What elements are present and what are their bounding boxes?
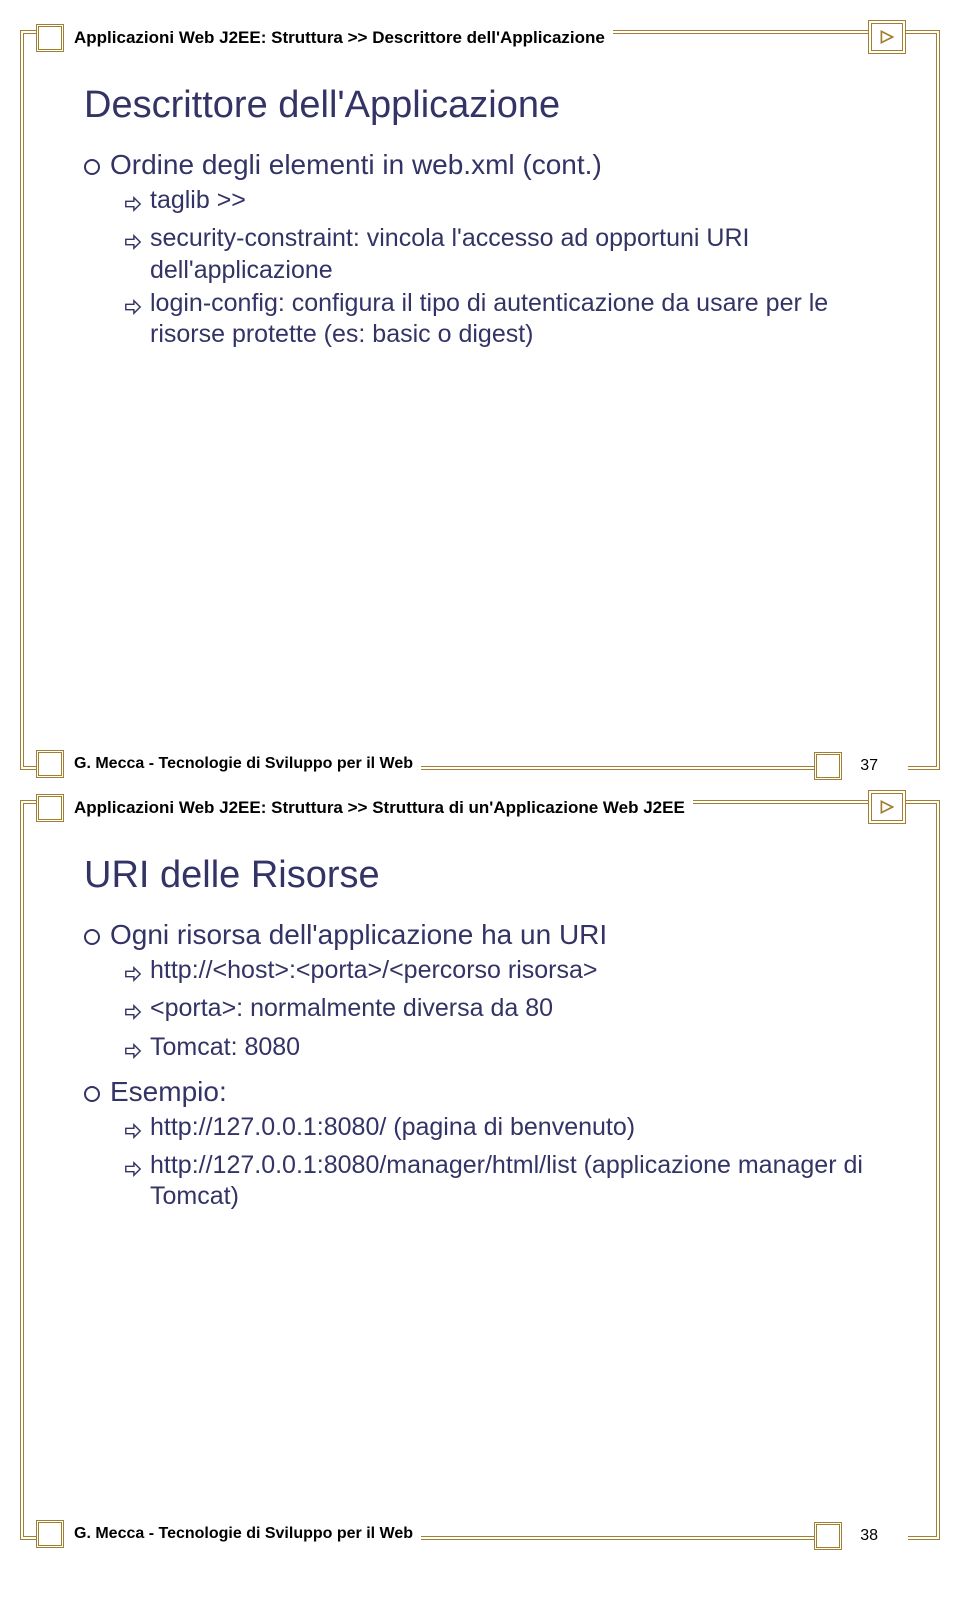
next-slide-button[interactable] (868, 790, 906, 824)
breadcrumb-text: Applicazioni Web J2EE: Struttura >> Stru… (58, 796, 693, 820)
footer-ornament (36, 750, 64, 778)
bullet-level2: http://127.0.0.1:8080/manager/html/list … (124, 1150, 896, 1213)
breadcrumb-text: Applicazioni Web J2EE: Struttura >> Desc… (58, 26, 613, 50)
play-icon (880, 800, 894, 814)
bullet-text: Ordine degli elementi in web.xml (cont.) (110, 149, 602, 181)
sub-bullet-text: http://127.0.0.1:8080/ (pagina di benven… (150, 1112, 635, 1143)
bullet-level1: Ogni risorsa dell'applicazione ha un URI (84, 919, 896, 951)
bullet-level1: Ordine degli elementi in web.xml (cont.) (84, 149, 896, 181)
bullet-level2: security-constraint: vincola l'accesso a… (124, 223, 896, 286)
breadcrumb: Applicazioni Web J2EE: Struttura >> Desc… (36, 24, 936, 52)
arrow-right-icon (124, 960, 142, 991)
page-ornament (814, 1522, 842, 1550)
bullet-level2: http://127.0.0.1:8080/ (pagina di benven… (124, 1112, 896, 1148)
footer-author: G. Mecca - Tecnologie di Sviluppo per il… (58, 1523, 421, 1545)
arrow-right-icon (124, 1037, 142, 1068)
page-number: 37 (836, 755, 908, 777)
breadcrumb-ornament (36, 794, 64, 822)
sub-bullet-text: <porta>: normalmente diversa da 80 (150, 993, 553, 1024)
arrow-right-icon (124, 190, 142, 221)
slide-title: URI delle Risorse (84, 854, 936, 897)
bullet-level2: http://<host>:<porta>/<percorso risorsa> (124, 955, 896, 991)
slide-38: Applicazioni Web J2EE: Struttura >> Stru… (20, 800, 940, 1540)
bullet-text: Esempio: (110, 1076, 227, 1108)
breadcrumb-ornament (36, 24, 64, 52)
arrow-right-icon (124, 1155, 142, 1186)
sub-bullet-text: security-constraint: vincola l'accesso a… (150, 223, 896, 286)
breadcrumb: Applicazioni Web J2EE: Struttura >> Stru… (36, 794, 936, 822)
sub-bullet-text: http://127.0.0.1:8080/manager/html/list … (150, 1150, 896, 1213)
sub-bullet-text: Tomcat: 8080 (150, 1032, 300, 1063)
slide-content: Ordine degli elementi in web.xml (cont.)… (84, 149, 896, 350)
arrow-right-icon (124, 228, 142, 259)
page-ornament (814, 752, 842, 780)
circle-bullet-icon (84, 159, 100, 175)
bullet-text: Ogni risorsa dell'applicazione ha un URI (110, 919, 607, 951)
slide-37: Applicazioni Web J2EE: Struttura >> Desc… (20, 30, 940, 770)
sub-bullet-text: taglib >> (150, 185, 246, 216)
footer-ornament (36, 1520, 64, 1548)
slide-footer: G. Mecca - Tecnologie di Sviluppo per il… (24, 1520, 936, 1548)
arrow-right-icon (124, 998, 142, 1029)
circle-bullet-icon (84, 1086, 100, 1102)
sub-bullet-text: http://<host>:<porta>/<percorso risorsa> (150, 955, 598, 986)
bullet-level2: taglib >> (124, 185, 896, 221)
bullet-level2: <porta>: normalmente diversa da 80 (124, 993, 896, 1029)
bullet-level2: login-config: configura il tipo di auten… (124, 288, 896, 351)
slide-footer: G. Mecca - Tecnologie di Sviluppo per il… (24, 750, 936, 778)
page-number: 38 (836, 1525, 908, 1547)
slide-title: Descrittore dell'Applicazione (84, 84, 936, 127)
slide-content: Ogni risorsa dell'applicazione ha un URI… (84, 919, 896, 1213)
footer-author: G. Mecca - Tecnologie di Sviluppo per il… (58, 753, 421, 775)
bullet-level2: Tomcat: 8080 (124, 1032, 896, 1068)
play-icon (880, 30, 894, 44)
bullet-level1: Esempio: (84, 1076, 896, 1108)
circle-bullet-icon (84, 929, 100, 945)
arrow-right-icon (124, 293, 142, 324)
next-slide-button[interactable] (868, 20, 906, 54)
arrow-right-icon (124, 1117, 142, 1148)
sub-bullet-text: login-config: configura il tipo di auten… (150, 288, 896, 351)
